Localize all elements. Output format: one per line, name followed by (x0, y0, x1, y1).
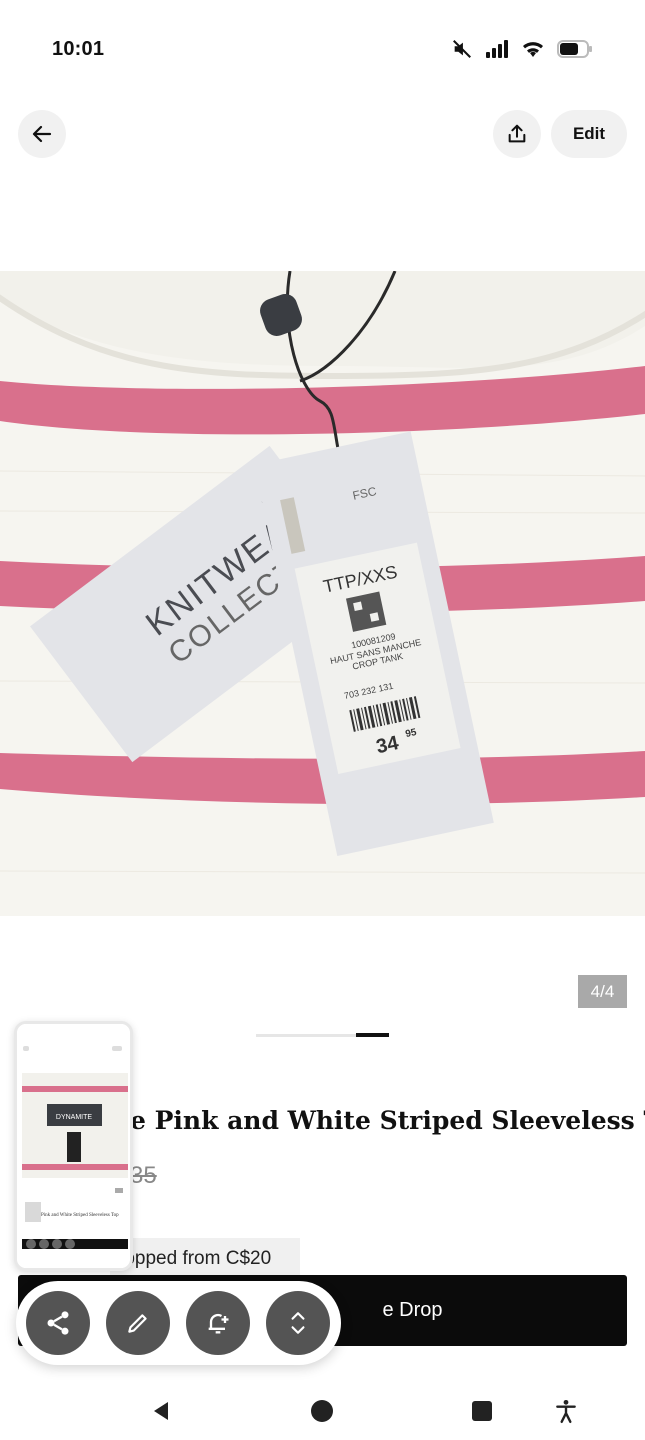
wifi-icon (521, 40, 545, 58)
square-recents-icon (472, 1401, 492, 1421)
back-button[interactable] (18, 110, 66, 158)
expand-vertical-icon (291, 1312, 305, 1334)
nav-accessibility-button[interactable] (551, 1396, 581, 1426)
share-upload-icon (508, 124, 526, 143)
screen: 10:01 Edit KNITWEAR COLLECTION FSC TTP/X… (0, 0, 645, 1440)
product-title: e Pink and White Striped Sleeveless Top (130, 1106, 645, 1135)
nav-home-button[interactable] (307, 1396, 337, 1426)
circle-home-icon (311, 1400, 333, 1422)
screenshot-thumbnail[interactable]: DYNAMITE Pink and White Striped Sleevele… (14, 1021, 133, 1271)
image-counter: 4/4 (578, 975, 627, 1008)
status-bar: 10:01 (0, 0, 645, 100)
triangle-back-icon (154, 1402, 168, 1420)
toolbar-expand-button[interactable] (266, 1291, 330, 1355)
thumb-brand: DYNAMITE (56, 1114, 93, 1121)
nav-back-button[interactable] (146, 1396, 176, 1426)
pencil-icon (128, 1314, 147, 1333)
price-drop-button-label: e Drop (382, 1299, 443, 1321)
signal-icon (485, 40, 509, 58)
carousel-active-indicator (356, 1033, 389, 1037)
edit-button[interactable]: Edit (551, 110, 627, 158)
toolbar-alert-button[interactable] (186, 1291, 250, 1355)
product-image[interactable]: KNITWEAR COLLECTION FSC TTP/XXS 10008120… (0, 271, 645, 916)
nav-recents-button[interactable] (467, 1396, 497, 1426)
battery-icon (557, 40, 593, 58)
status-icons (451, 38, 593, 60)
status-time: 10:01 (52, 38, 105, 60)
floating-toolbar (16, 1281, 341, 1365)
accessibility-icon (556, 1399, 576, 1424)
original-price: 35 (130, 1162, 157, 1189)
thumb-title: Pink and White Striped Sleeveless Top (41, 1213, 119, 1218)
share-button[interactable] (493, 110, 541, 158)
bell-plus-icon (208, 1313, 229, 1334)
share-nodes-icon (47, 1311, 69, 1335)
mute-icon (451, 38, 473, 60)
arrow-left-icon (32, 125, 52, 143)
price-drop-badge: ropped from C$20 (110, 1238, 300, 1280)
toolbar-edit-button[interactable] (106, 1291, 170, 1355)
toolbar-share-button[interactable] (26, 1291, 90, 1355)
carousel-indicator (256, 1033, 389, 1037)
system-nav-bar (0, 1380, 645, 1440)
